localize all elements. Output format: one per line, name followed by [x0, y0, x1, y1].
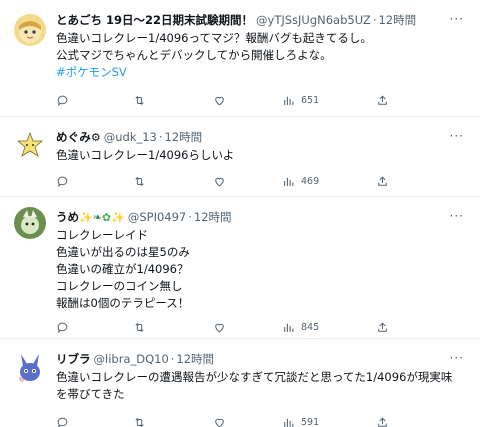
views-button[interactable]: 845 — [282, 319, 319, 335]
tweet-text-line: 報酬は0個のテラピース！ — [56, 296, 190, 310]
views-icon — [284, 177, 294, 186]
views-button[interactable]: 651 — [282, 92, 319, 108]
tweet-text: 色違いコレクレー1/4096らしいよ — [56, 147, 466, 164]
display-name[interactable]: うめ — [56, 209, 79, 225]
hashtag-link[interactable]: #ポケモンSV — [56, 64, 466, 81]
emoji-decorations: ✨ — [79, 211, 93, 224]
tweet-actions: 469 — [56, 173, 396, 189]
like-button[interactable] — [213, 173, 226, 189]
tweet-actions: 845 — [56, 319, 396, 335]
share-button[interactable] — [376, 319, 389, 335]
display-name[interactable]: リブラ — [56, 351, 91, 367]
leaf-emoji-icon: ❧ — [92, 211, 102, 224]
views-icon — [284, 323, 294, 332]
views-button[interactable]: 591 — [282, 414, 319, 427]
timestamp[interactable]: 12時間 — [378, 12, 416, 28]
view-count: 591 — [301, 416, 320, 427]
separator-dot: · — [158, 130, 163, 144]
tweet-actions: 651 — [56, 92, 396, 108]
reply-icon — [57, 322, 68, 333]
retweet-button[interactable] — [133, 414, 146, 427]
avatar[interactable]: Lib — [14, 352, 46, 384]
retweet-icon — [135, 95, 144, 105]
retweet-button[interactable] — [133, 319, 146, 335]
retweet-button[interactable] — [133, 173, 146, 189]
timeline: とあごち 19日〜22日期末試験期間！ @yTJSsJUgN6ab5UZ · 1… — [0, 0, 480, 427]
tweet-text: 色違いコレクレー1/4096ってマジ？報酬バグも起きてるし。 公式マジでちゃんと… — [56, 30, 466, 81]
tweet-text-line: コレクレーレイド — [56, 228, 148, 242]
timestamp[interactable]: 12時間 — [165, 129, 203, 145]
tweet-actions: 591 — [56, 414, 396, 427]
user-handle[interactable]: @udk_13 — [104, 129, 157, 145]
retweet-icon — [135, 176, 144, 186]
separator-dot: · — [188, 210, 192, 224]
like-icon — [215, 96, 224, 105]
reply-icon — [57, 176, 68, 187]
display-name[interactable]: めぐみ — [56, 129, 91, 145]
more-options-icon[interactable]: ··· — [450, 129, 464, 143]
separator-dot: · — [372, 13, 377, 27]
view-count: 469 — [301, 175, 320, 187]
avatar[interactable] — [14, 207, 46, 239]
tweet-text-line: 色違いの確立が1/4096？ — [56, 262, 189, 276]
tweet[interactable]: Lib リブラ @libra_DQ10 · 12時間 ··· 色違いコレクレーの… — [0, 339, 480, 427]
reply-icon — [57, 95, 68, 106]
share-button[interactable] — [376, 92, 389, 108]
sparkle-emoji-icon: ✨ — [111, 211, 125, 224]
timestamp[interactable]: 12時間 — [176, 351, 214, 367]
view-count: 651 — [301, 94, 320, 106]
tweet-text-line: 色違いコレクレー1/4096ってマジ？報酬バグも起きてるし。 — [56, 31, 372, 45]
avatar[interactable] — [14, 14, 46, 46]
reply-button[interactable] — [56, 414, 69, 427]
views-button[interactable]: 469 — [282, 173, 319, 189]
tweet[interactable]: うめ ✨ ❧ ✿ ✨ @SPI0497 · 12時間 ··· コレクレーレイド … — [0, 197, 480, 339]
reply-icon — [57, 417, 68, 427]
user-handle[interactable]: @SPI0497 — [128, 209, 186, 225]
reply-button[interactable] — [56, 173, 69, 189]
like-button[interactable] — [213, 319, 226, 335]
views-icon — [284, 418, 294, 427]
like-button[interactable] — [213, 414, 226, 427]
like-icon — [215, 177, 224, 186]
like-button[interactable] — [213, 92, 226, 108]
tweet-text: 色違いコレクレーの遭遇報告が少なすぎて冗談だと思ってた1/4096が現実味 を帯… — [56, 369, 466, 403]
like-icon — [215, 418, 224, 427]
tweet[interactable]: とあごち 19日〜22日期末試験期間！ @yTJSsJUgN6ab5UZ · 1… — [0, 0, 480, 117]
tweet-text-line: 色違いコレクレーの遭遇報告が少なすぎて冗談だと思ってた1/4096が現実味 — [56, 370, 453, 384]
avatar[interactable] — [14, 129, 46, 161]
tweet-text-line: 色違いが出るのは星5のみ — [56, 245, 190, 259]
tweet-text: コレクレーレイド 色違いが出るのは星5のみ 色違いの確立が1/4096？ コレク… — [56, 227, 466, 312]
more-options-icon[interactable]: ··· — [450, 209, 464, 223]
views-icon — [284, 96, 294, 105]
tweet[interactable]: めぐみ ⚙ @udk_13 · 12時間 ··· 色違いコレクレー1/4096ら… — [0, 117, 480, 197]
retweet-button[interactable] — [133, 92, 146, 108]
share-icon — [378, 321, 387, 332]
share-icon — [378, 175, 387, 186]
share-icon — [378, 94, 387, 105]
like-icon — [215, 323, 224, 332]
plant-emoji-icon: ✿ — [101, 211, 112, 224]
timestamp[interactable]: 12時間 — [194, 209, 232, 225]
reply-button[interactable] — [56, 319, 69, 335]
reply-button[interactable] — [56, 92, 69, 108]
share-button[interactable] — [376, 414, 389, 427]
gear-emoji-icon: ⚙ — [90, 131, 101, 144]
display-name[interactable]: とあごち 19日〜22日期末試験期間！ — [56, 12, 253, 28]
share-icon — [378, 416, 387, 427]
more-options-icon[interactable]: ··· — [450, 351, 464, 365]
retweet-icon — [135, 322, 144, 332]
retweet-icon — [135, 417, 144, 427]
more-options-icon[interactable]: ··· — [450, 12, 464, 26]
separator-dot: · — [170, 352, 175, 366]
svg-text:Lib: Lib — [15, 377, 24, 384]
view-count: 845 — [301, 321, 320, 333]
tweet-text-line: を帯びてきた — [56, 387, 125, 401]
share-button[interactable] — [376, 173, 389, 189]
tweet-text-line: 色違いコレクレー1/4096らしいよ — [56, 148, 235, 162]
tweet-text-line: 公式マジでちゃんとデバックしてから開催しろよな。 — [56, 48, 332, 62]
user-handle[interactable]: @yTJSsJUgN6ab5UZ — [256, 12, 371, 28]
user-handle[interactable]: @libra_DQ10 — [94, 351, 169, 367]
tweet-text-line: コレクレーのコイン無し — [56, 279, 183, 293]
